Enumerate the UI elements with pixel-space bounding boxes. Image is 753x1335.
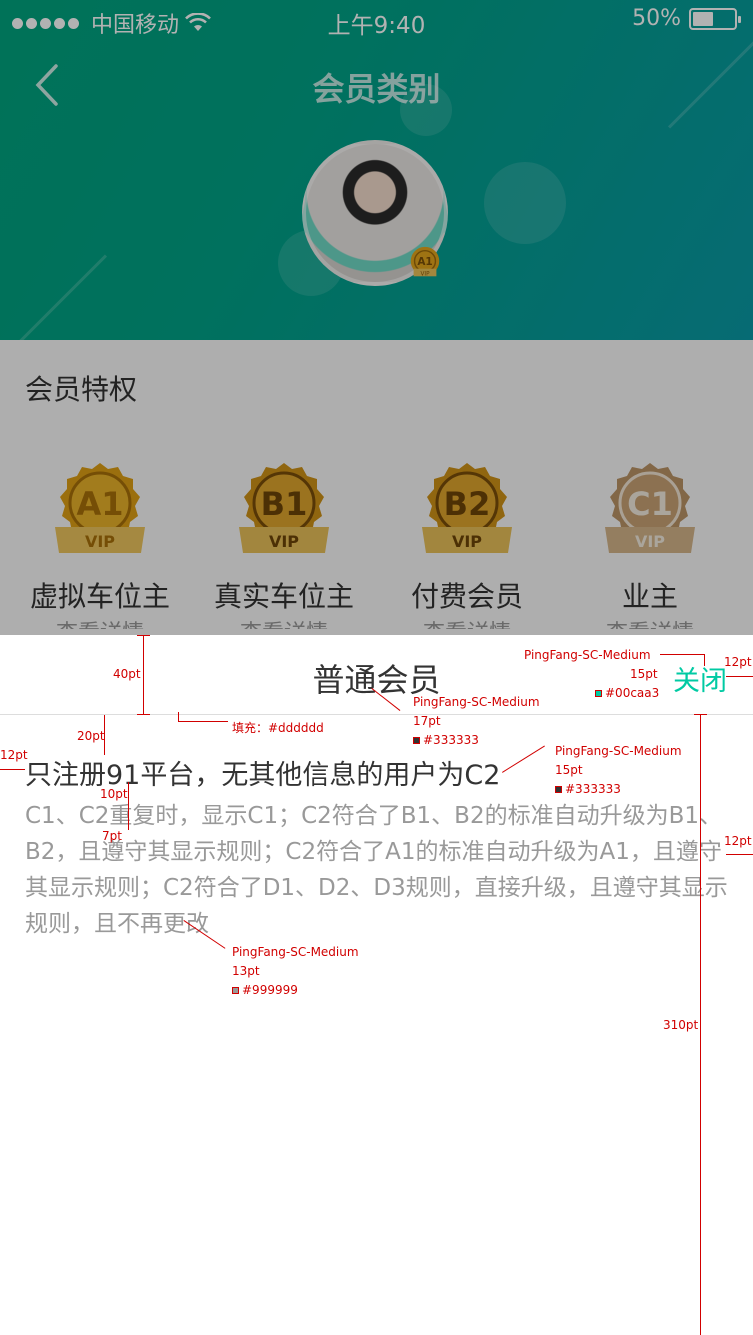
svg-text:VIP: VIP bbox=[269, 532, 299, 551]
annotation-label: 12pt bbox=[724, 834, 752, 848]
annotation-label: 7pt bbox=[102, 829, 122, 843]
svg-text:B2: B2 bbox=[444, 485, 491, 523]
battery-percent: 50% bbox=[632, 6, 681, 31]
view-details-link[interactable]: 查看详情 bbox=[25, 615, 175, 629]
privilege-item-b2[interactable]: B2 VIP 付费会员 查看详情 bbox=[392, 455, 542, 629]
annotation-label: 13pt bbox=[232, 964, 260, 978]
privilege-name: 虚拟车位主 bbox=[29, 580, 170, 613]
page-title: 会员类别 bbox=[312, 70, 441, 108]
annotation-label: PingFang-SC-Medium bbox=[555, 744, 682, 758]
b1-vip-badge-icon: B1 VIP bbox=[239, 463, 329, 553]
svg-text:A1: A1 bbox=[417, 256, 432, 268]
a1-vip-badge-icon: A1 VIP bbox=[55, 463, 145, 553]
annotation-line bbox=[137, 635, 150, 636]
annotation-line bbox=[0, 769, 25, 770]
annotation-label: #999999 bbox=[232, 983, 298, 997]
annotation-label: 12pt bbox=[0, 748, 28, 762]
annotation-label: 15pt bbox=[555, 763, 583, 777]
member-rule-description: C1、C2重复时，显示C1；C2符合了B1、B2的标准自动升级为B1、B2，且遵… bbox=[25, 803, 728, 937]
annotation-line bbox=[137, 714, 150, 715]
section-title: 会员特权 bbox=[25, 373, 138, 406]
vip-badge-icon: A1 VIP bbox=[410, 246, 440, 277]
profile-header: 中国移动 上午9:40 50% 会员类别 A1 VIP bbox=[0, 0, 753, 340]
annotation-label: 12pt bbox=[724, 655, 752, 669]
privileges-section: 会员特权 A1 VIP 虚拟车位主 查看详情 B1 VIP 真实车位主 查看详情… bbox=[0, 340, 753, 635]
annotation-label: #00caa3 bbox=[595, 686, 659, 700]
battery-icon bbox=[689, 7, 741, 30]
svg-text:VIP: VIP bbox=[452, 532, 482, 551]
annotation-label: 17pt bbox=[413, 714, 441, 728]
annotation-label: 15pt bbox=[630, 667, 658, 681]
annotation-line bbox=[726, 854, 753, 855]
view-details-link[interactable]: 查看详情 bbox=[392, 615, 542, 629]
view-details-link[interactable]: 查看详情 bbox=[209, 615, 359, 629]
status-bar: 中国移动 上午9:40 50% bbox=[0, 0, 753, 40]
annotation-label: 40pt bbox=[113, 667, 141, 681]
member-rule-heading: 只注册91平台，无其他信息的用户为C2 bbox=[25, 760, 501, 791]
b2-vip-badge-icon: B2 VIP bbox=[422, 463, 512, 553]
annotation-line bbox=[128, 782, 129, 830]
privilege-item-a1[interactable]: A1 VIP 虚拟车位主 查看详情 bbox=[25, 455, 175, 629]
annotation-label: 填充：#dddddd bbox=[232, 721, 324, 735]
annotation-label: PingFang-SC-Medium bbox=[232, 945, 359, 959]
annotation-line bbox=[143, 635, 144, 715]
annotation-label: 10pt bbox=[100, 787, 128, 801]
annotation-line bbox=[704, 654, 705, 666]
annotation-label: 310pt bbox=[663, 1018, 699, 1032]
privilege-item-c1[interactable]: C1 VIP 业主 查看详情 bbox=[575, 455, 725, 629]
svg-text:VIP: VIP bbox=[85, 532, 115, 551]
svg-text:C1: C1 bbox=[627, 485, 673, 523]
annotation-label: PingFang-SC-Medium bbox=[413, 695, 540, 709]
annotation-line bbox=[700, 714, 701, 1335]
annotation-label: #333333 bbox=[555, 782, 621, 796]
svg-text:VIP: VIP bbox=[421, 271, 431, 277]
svg-text:VIP: VIP bbox=[635, 532, 665, 551]
annotation-label: #333333 bbox=[413, 733, 479, 747]
svg-text:A1: A1 bbox=[76, 485, 123, 523]
annotation-label: PingFang-SC-Medium bbox=[524, 648, 651, 662]
annotation-line bbox=[694, 714, 707, 715]
annotation-line bbox=[660, 654, 705, 655]
view-details-link[interactable]: 查看详情 bbox=[575, 615, 725, 629]
annotation-line bbox=[726, 676, 753, 677]
svg-text:B1: B1 bbox=[261, 485, 308, 523]
decor-line bbox=[12, 254, 108, 340]
privilege-name: 业主 bbox=[621, 580, 678, 613]
member-detail-sheet: 普通会员 关闭 只注册91平台，无其他信息的用户为C2 C1、C2重复时，显示C… bbox=[0, 635, 753, 1335]
privilege-item-b1[interactable]: B1 VIP 真实车位主 查看详情 bbox=[209, 455, 359, 629]
c1-vip-badge-icon: C1 VIP bbox=[605, 463, 695, 553]
decor-circle bbox=[484, 162, 566, 244]
close-button[interactable]: 关闭 bbox=[673, 659, 727, 698]
privilege-name: 真实车位主 bbox=[213, 580, 354, 613]
annotation-label: 20pt bbox=[77, 729, 105, 743]
privilege-name: 付费会员 bbox=[410, 580, 523, 613]
annotation-line bbox=[178, 721, 228, 722]
